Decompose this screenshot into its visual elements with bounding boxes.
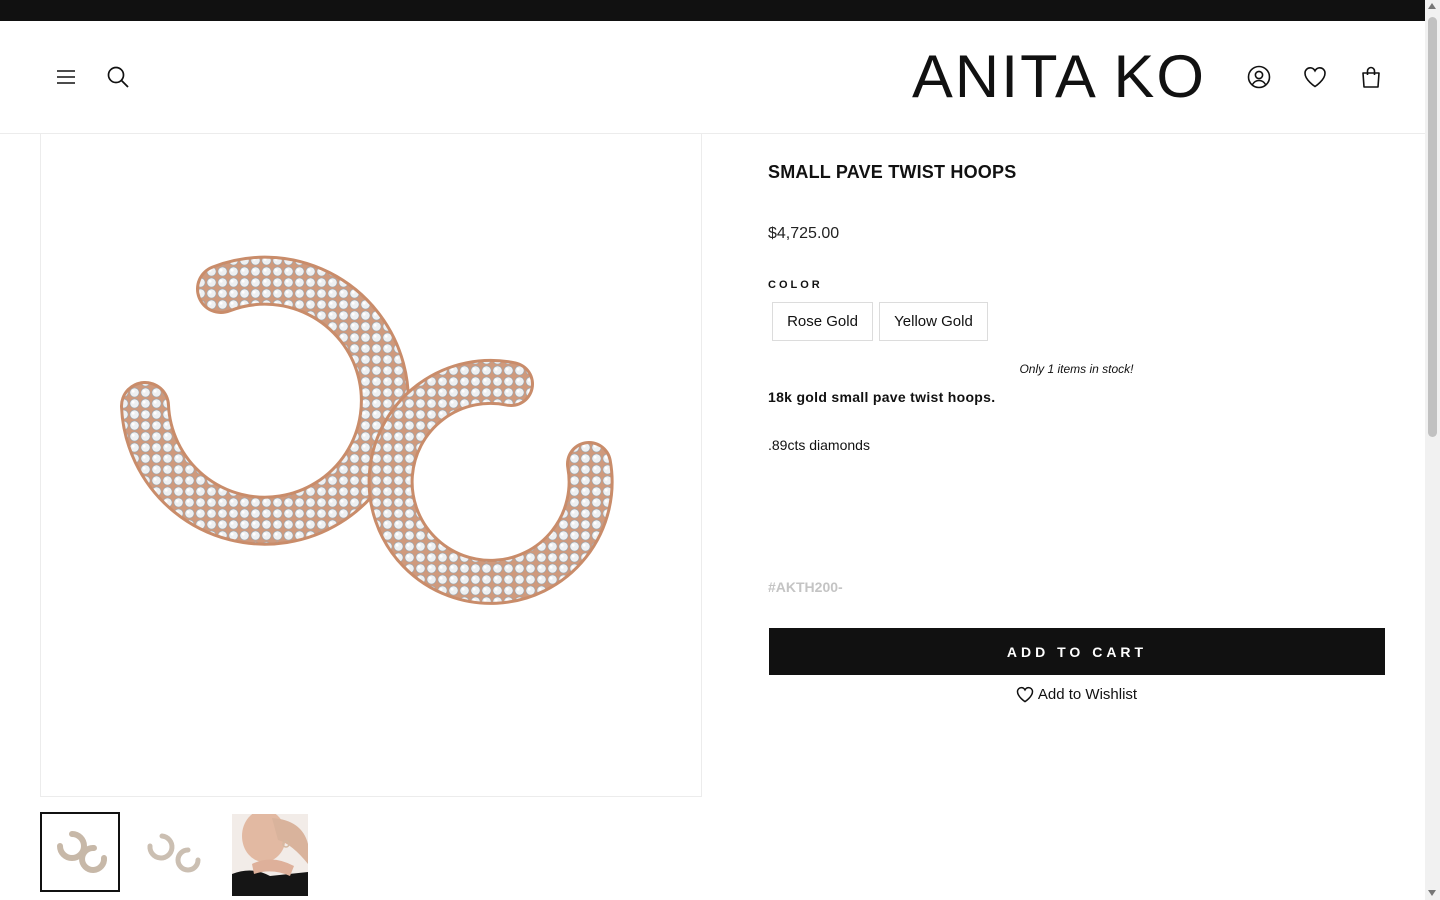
earring-left — [120, 255, 410, 546]
page-scrollbar[interactable] — [1425, 0, 1440, 900]
thumbnail-model-wearing[interactable] — [232, 814, 308, 896]
product-title: SMALL PAVE TWIST HOOPS — [768, 162, 1017, 182]
product-price: $4,725.00 — [768, 225, 840, 242]
earring-right — [367, 358, 614, 605]
thumbnail-earrings-angle[interactable] — [136, 814, 216, 894]
shopping-bag-icon[interactable] — [1355, 61, 1387, 93]
site-logo[interactable]: ANITA KO — [912, 47, 1206, 107]
product-description: .89cts diamonds — [768, 437, 870, 453]
stock-message: Only 1 items in stock! — [1019, 362, 1134, 376]
heart-icon[interactable] — [1299, 61, 1331, 93]
wishlist-heart-icon — [1016, 686, 1034, 703]
scrollbar-thumb[interactable] — [1428, 17, 1437, 437]
color-label: COLOR — [768, 279, 823, 291]
search-icon[interactable] — [102, 61, 134, 93]
product-sku: #AKTH200- — [768, 579, 843, 595]
hamburger-menu-icon[interactable] — [50, 61, 82, 93]
color-option-rose-gold[interactable]: Rose Gold — [772, 302, 873, 341]
add-to-cart-button[interactable]: ADD TO CART — [769, 628, 1385, 675]
add-to-wishlist-button[interactable]: Add to Wishlist — [768, 686, 1385, 703]
logo-text: ANITA KO — [912, 43, 1207, 110]
color-option-yellow-gold[interactable]: Yellow Gold — [879, 302, 988, 341]
announcement-bar — [0, 0, 1425, 21]
site-header: ANITA KO — [0, 21, 1425, 134]
product-description-bold: 18k gold small pave twist hoops. — [768, 389, 996, 405]
user-account-icon[interactable] — [1243, 61, 1275, 93]
scroll-up-arrow-icon[interactable] — [1428, 3, 1436, 9]
thumbnail-earrings-front[interactable] — [40, 812, 120, 892]
main-product-image[interactable] — [40, 133, 702, 797]
wishlist-label: Add to Wishlist — [1037, 686, 1138, 703]
scroll-down-arrow-icon[interactable] — [1428, 890, 1436, 896]
